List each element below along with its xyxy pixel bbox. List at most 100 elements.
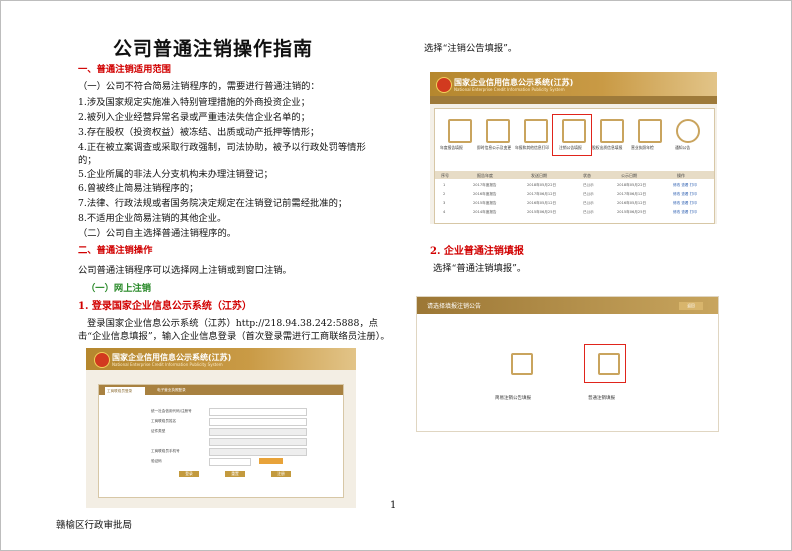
cell: 已公示 xyxy=(583,192,594,196)
list-item-5: 5.企业所属的非法人分支机构未办理注销登记； xyxy=(78,169,273,180)
login-screenshot: 国家企业信用信息公示系统(江苏) National Enterprise Cre… xyxy=(86,348,356,508)
cell: 2018年05月22日 xyxy=(617,183,647,187)
section1-para2: （二）公司自主选择普通注销程序的。 xyxy=(78,228,237,239)
tab-liaison-login[interactable]: 工商联络员登录 xyxy=(105,387,145,395)
cell: 3 xyxy=(443,201,446,205)
document-page: 公司普通注销操作指南 一、普通注销适用范围 （一）公司不符合简易注销程序的，需要… xyxy=(0,0,792,551)
instant-info-icon[interactable] xyxy=(486,119,510,143)
cell: 2014年度报告 xyxy=(473,210,497,214)
equity-pledge-icon[interactable] xyxy=(600,119,624,143)
footer-authority: 赣榆区行政审批局 xyxy=(56,520,133,531)
field-label-idtype: 证件类型 xyxy=(151,429,166,433)
icon-label-equity: 股权出质信息填报 xyxy=(592,145,623,150)
th-actions: 操作 xyxy=(677,173,685,178)
portal-screenshot: 国家企业信用信息公示系统(江苏) National Enterprise Cre… xyxy=(430,72,717,224)
reset-button[interactable]: 重置 xyxy=(225,471,245,477)
idtype-select[interactable] xyxy=(209,428,307,436)
simple-cancel-icon[interactable] xyxy=(511,353,533,375)
icon-label-license: 营业执照年检 xyxy=(631,145,654,150)
portal-main-panel: 年度报告填报 即时信息公示及变更 年报和其他信息打印 注销公告填报 股权出质信息… xyxy=(434,108,715,224)
tab-liaison-label: 工商联络员登录 xyxy=(107,389,133,393)
list-item-4: 4.正在被立案调查或采取行政强制，司法协助，被予以行政处罚等情形的； xyxy=(78,142,366,166)
online-subheading: （一）网上注销 xyxy=(86,283,152,294)
cell: 2016年度报告 xyxy=(473,192,497,196)
notice-header: 请选择填报注销公告 返回 xyxy=(417,297,718,314)
phone-input[interactable] xyxy=(209,448,307,456)
section1-para: （一）公司不符合简易注销程序的，需要进行普通注销的： xyxy=(78,81,320,92)
list-item-1: 1.涉及国家规定实施准入特别管理措施的外商投资企业； xyxy=(78,97,310,108)
cell: 1 xyxy=(443,183,446,187)
national-emblem-icon xyxy=(436,77,452,93)
list-item-8: 8.不适用企业简易注销的其他企业。 xyxy=(78,213,227,224)
row-actions[interactable]: 修改 查看 打印 xyxy=(673,201,697,206)
row-actions[interactable]: 修改 查看 打印 xyxy=(673,183,697,188)
register-button[interactable]: 注册 xyxy=(271,471,291,477)
field-label-name: 工商联络员姓名 xyxy=(151,419,177,423)
th-send-date: 发送日期 xyxy=(531,173,547,178)
icon-label-notice: 通知公告 xyxy=(675,145,691,150)
portal-banner: 国家企业信用信息公示系统(江苏) National Enterprise Cre… xyxy=(86,348,356,370)
portal-subtitle-2: National Enterprise Credit Information P… xyxy=(454,87,565,92)
back-button[interactable]: 返回 xyxy=(679,302,703,310)
login-button[interactable]: 登录 xyxy=(179,471,199,477)
cell: 2016年05月12日 xyxy=(617,201,647,205)
table-header-row: 序号 报告年度 发送日期 状态 公示日期 操作 xyxy=(435,171,714,179)
annual-report-icon[interactable] xyxy=(448,119,472,143)
step2-heading: 2. 企业普通注销填报 xyxy=(430,246,524,257)
cell: 已公示 xyxy=(583,201,594,205)
field-label-phone: 工商联络员手机号 xyxy=(151,449,180,453)
option-general-cancel[interactable]: 普通注销填报 xyxy=(588,395,615,401)
list-item-2: 2.被列入企业经营异常名录或严重违法失信企业名单的； xyxy=(78,112,310,123)
cell: 2015年06月25日 xyxy=(527,210,557,214)
list-item-3: 3.存在股权（投资权益）被冻结、出质或动产抵押等情形； xyxy=(78,127,320,138)
cancel-notice-highlight xyxy=(552,114,592,156)
field-label-code: 统一社会信用代码/注册号 xyxy=(151,409,192,413)
code-input[interactable] xyxy=(209,408,307,416)
portal-nav-bar xyxy=(430,96,717,104)
step1-text: 登录国家企业信息公示系统（江苏）http://218.94.38.242:588… xyxy=(78,318,390,342)
cell: 2018年05月22日 xyxy=(527,183,557,187)
cell: 已公示 xyxy=(583,183,594,187)
portal-subtitle: National Enterprise Credit Information P… xyxy=(112,362,223,367)
step2-text: 选择“普通注销填报”。 xyxy=(433,263,527,274)
idnumber-input[interactable] xyxy=(209,438,307,446)
row-actions[interactable]: 修改 查看 打印 xyxy=(673,210,697,215)
th-year: 报告年度 xyxy=(477,173,493,178)
option-simple-cancel[interactable]: 简易注销公告填报 xyxy=(495,395,531,401)
icon-label-print: 年报和其他信息打印 xyxy=(515,145,550,150)
notice-bulb-icon[interactable] xyxy=(676,119,700,143)
section2-heading: 二、普通注销操作 xyxy=(78,245,153,256)
section2-para: 公司普通注销程序可以选择网上注销或到窗口注销。 xyxy=(78,265,292,276)
th-status: 状态 xyxy=(583,173,591,178)
notice-screenshot: 请选择填报注销公告 返回 简易注销公告填报 普通注销填报 xyxy=(416,296,719,432)
cell: 已公示 xyxy=(583,210,594,214)
th-publish-date: 公示日期 xyxy=(621,173,637,178)
report-table-body: 1 2017年度报告 2018年05月22日 已公示 2018年05月22日 修… xyxy=(435,181,714,221)
notice-title: 请选择填报注销公告 xyxy=(427,303,482,310)
tab-license-login[interactable]: 电子营业执照登录 xyxy=(157,388,186,393)
captcha-button[interactable] xyxy=(259,458,283,464)
cell: 2017年06月12日 xyxy=(527,192,557,196)
license-icon[interactable] xyxy=(638,119,662,143)
cell: 2016年05月12日 xyxy=(527,201,557,205)
section1-heading: 一、普通注销适用范围 xyxy=(78,64,171,75)
cell: 4 xyxy=(443,210,446,214)
right-intro: 选择“注销公告填报”。 xyxy=(424,43,518,54)
portal-banner-2: 国家企业信用信息公示系统(江苏) National Enterprise Cre… xyxy=(430,72,717,96)
field-label-captcha: 验证码 xyxy=(151,459,162,463)
icon-label-instant: 即时信息公示及变更 xyxy=(477,145,512,150)
captcha-input[interactable] xyxy=(209,458,251,466)
page-number: 1 xyxy=(390,500,397,511)
login-panel: 工商联络员登录 电子营业执照登录 统一社会信用代码/注册号 工商联络员姓名 证件… xyxy=(98,384,344,498)
cell: 2015年度报告 xyxy=(473,201,497,205)
icon-label-annual: 年度报告填报 xyxy=(440,145,463,150)
cell: 2 xyxy=(443,192,446,196)
row-actions[interactable]: 修改 查看 打印 xyxy=(673,192,697,197)
step1-heading: 1. 登录国家企业信息公示系统（江苏） xyxy=(78,301,252,312)
list-item-6: 6.曾被终止简易注销程序的； xyxy=(78,183,199,194)
document-title: 公司普通注销操作指南 xyxy=(113,38,314,60)
cell: 2015年06月25日 xyxy=(617,210,647,214)
cell: 2017年度报告 xyxy=(473,183,497,187)
print-icon[interactable] xyxy=(524,119,548,143)
name-input[interactable] xyxy=(209,418,307,426)
